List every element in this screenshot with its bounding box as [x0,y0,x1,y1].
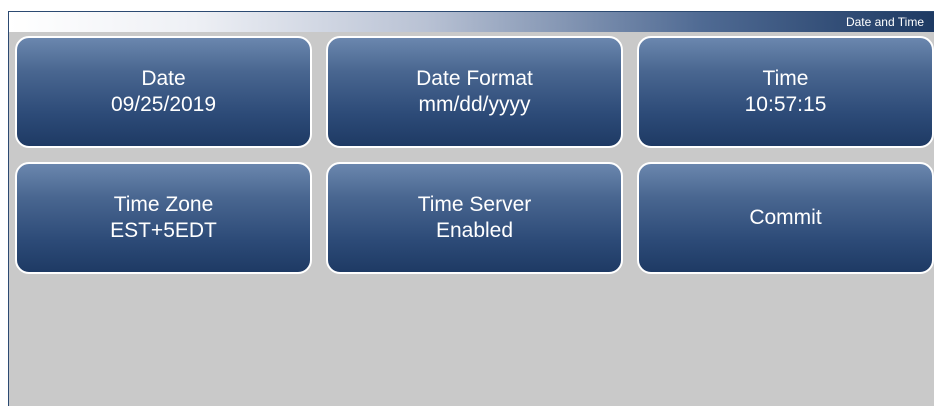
date-format-button[interactable]: Date Format mm/dd/yyyy [326,36,623,148]
title-bar: Date and Time [9,12,934,32]
page-title: Date and Time [845,15,924,29]
time-value: 10:57:15 [744,93,827,116]
time-server-value: Enabled [435,219,514,242]
time-server-button[interactable]: Time Server Enabled [326,162,623,274]
time-zone-value: EST+5EDT [110,219,217,242]
time-zone-button[interactable]: Time Zone EST+5EDT [15,162,312,274]
date-time-screen: Date and Time Date 09/25/2019 Date Forma… [8,11,934,406]
commit-label: Commit [749,206,822,229]
date-value: 09/25/2019 [110,93,217,116]
time-button[interactable]: Time 10:57:15 [637,36,934,148]
time-label: Time [762,67,809,90]
time-zone-label: Time Zone [113,193,214,216]
date-format-label: Date Format [416,67,533,90]
date-button[interactable]: Date 09/25/2019 [15,36,312,148]
date-format-value: mm/dd/yyyy [418,93,531,116]
time-server-label: Time Server [417,193,532,216]
date-label: Date [141,67,186,90]
commit-button[interactable]: Commit [637,162,934,274]
